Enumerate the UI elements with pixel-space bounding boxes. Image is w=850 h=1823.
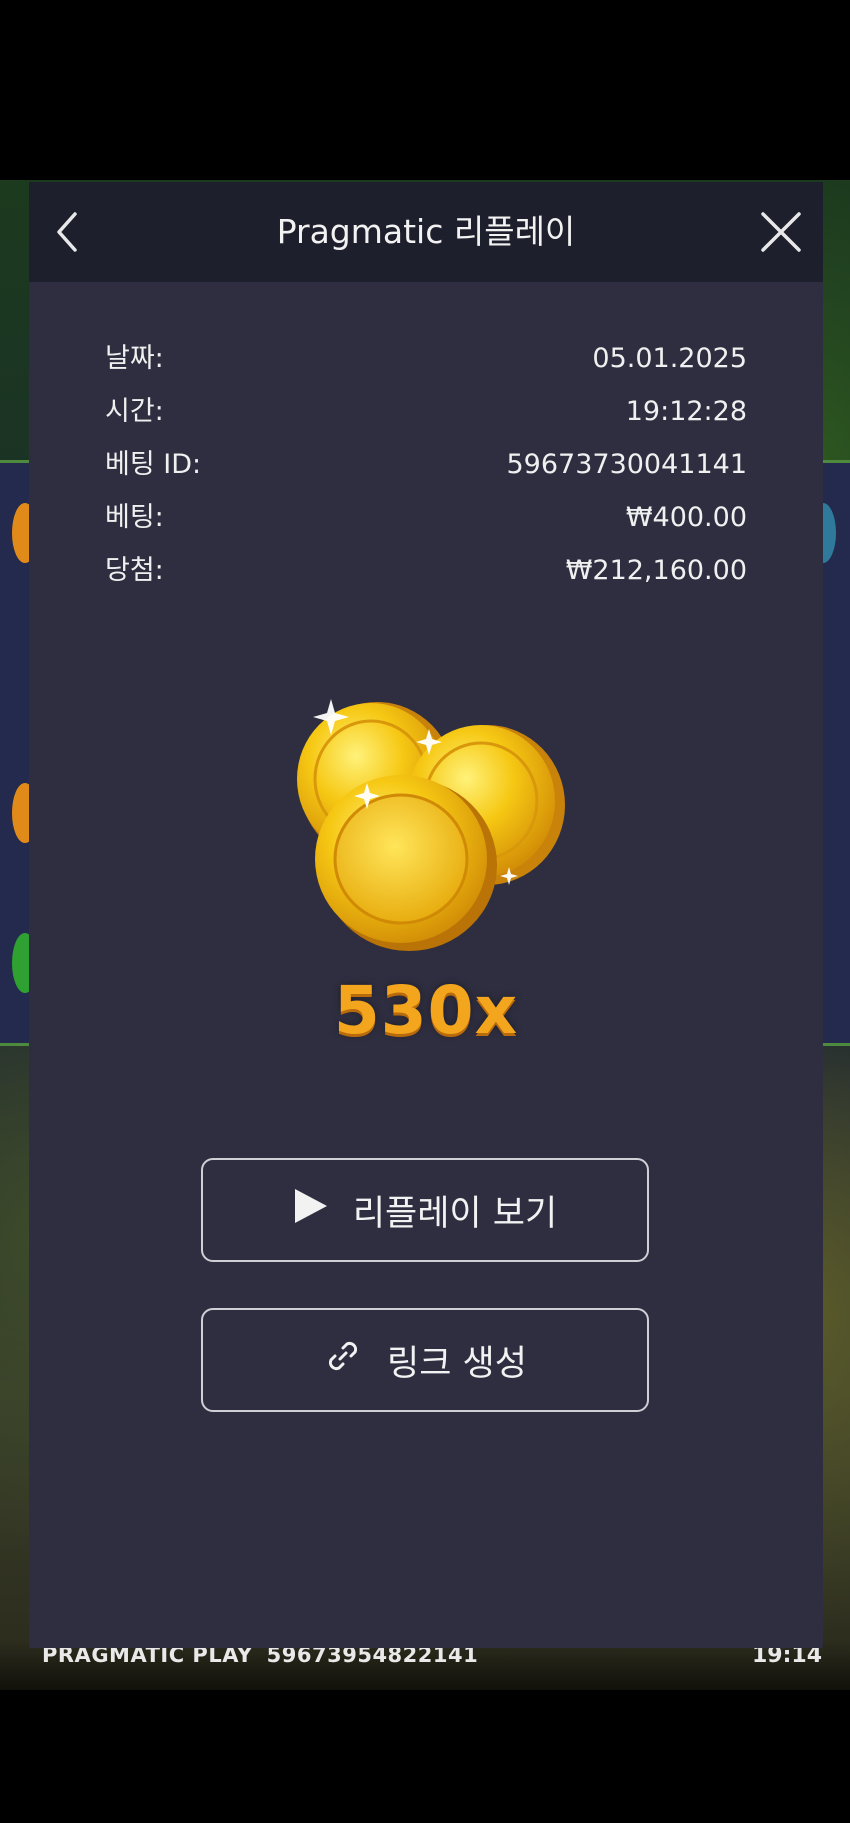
detail-row-time: 시간: 19:12:28	[105, 385, 747, 438]
back-button[interactable]	[43, 206, 93, 258]
bet-details: 날짜: 05.01.2025 시간: 19:12:28 베팅 ID: 59673…	[105, 332, 747, 597]
modal-header: Pragmatic 리플레이	[29, 182, 823, 282]
replay-modal: Pragmatic 리플레이 날짜: 05.01.2025 시간: 19:12:…	[29, 182, 823, 1648]
bet-id-value: 59673730041141	[506, 449, 748, 480]
gold-coins-icon	[297, 699, 565, 951]
create-link-button[interactable]: 링크 생성	[201, 1308, 649, 1412]
reel-strip-left	[0, 460, 38, 1046]
detail-row-win: 당첨: ₩212,160.00	[105, 544, 747, 597]
create-link-label: 링크 생성	[387, 1343, 527, 1384]
win-label: 당첨:	[105, 555, 164, 586]
close-icon	[761, 212, 801, 252]
bet-label: 베팅:	[105, 502, 164, 533]
time-label: 시간:	[105, 396, 164, 427]
win-value: ₩212,160.00	[565, 555, 747, 586]
detail-row-bet-id: 베팅 ID: 59673730041141	[105, 438, 747, 491]
watch-replay-button[interactable]: 리플레이 보기	[201, 1158, 649, 1262]
detail-row-date: 날짜: 05.01.2025	[105, 332, 747, 385]
win-multiplier: 530x	[333, 972, 519, 1049]
watch-replay-label: 리플레이 보기	[352, 1193, 558, 1234]
screen: PRAGMATIC PLAY 59673954822141 19:14 Pragm…	[0, 0, 850, 1823]
detail-row-bet: 베팅: ₩400.00	[105, 491, 747, 544]
reel-strip-right	[810, 460, 850, 1046]
chevron-left-icon	[57, 212, 77, 252]
link-icon	[323, 1336, 363, 1385]
date-label: 날짜:	[105, 343, 164, 374]
date-value: 05.01.2025	[592, 343, 747, 374]
bet-id-label: 베팅 ID:	[105, 449, 202, 480]
close-button[interactable]	[757, 208, 805, 256]
play-icon	[293, 1187, 329, 1234]
bet-value: ₩400.00	[625, 502, 747, 533]
time-value: 19:12:28	[625, 396, 747, 427]
modal-title: Pragmatic 리플레이	[276, 212, 576, 251]
